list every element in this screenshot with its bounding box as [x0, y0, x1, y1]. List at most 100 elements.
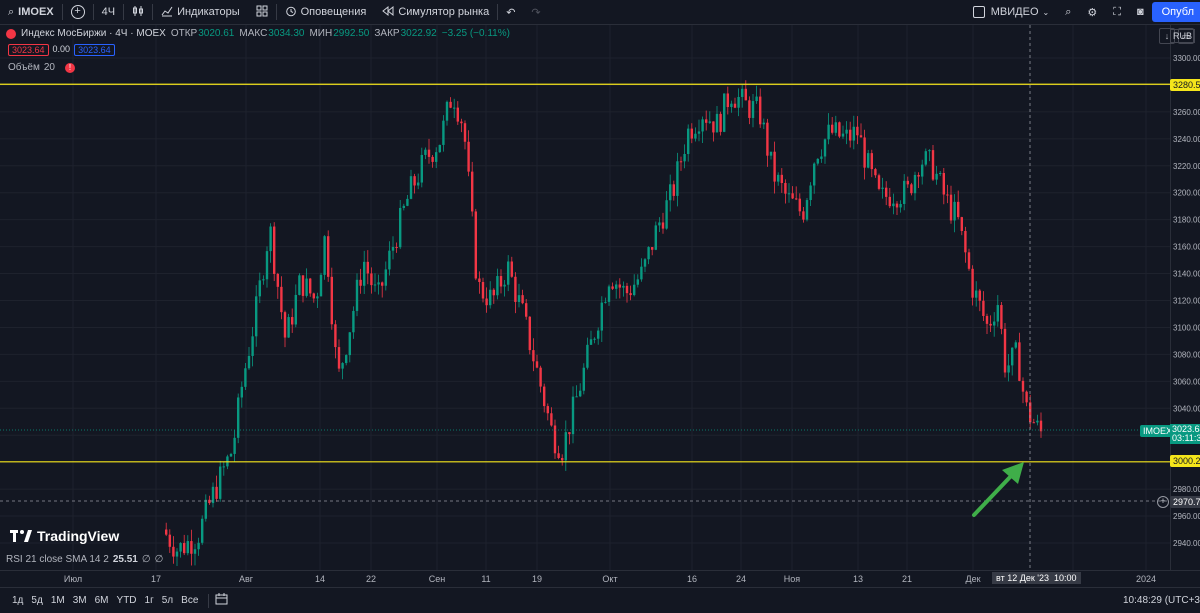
- range-button-8[interactable]: Все: [177, 595, 202, 606]
- replay-button[interactable]: Симулятор рынка: [374, 0, 497, 24]
- time-axis[interactable]: Июл17Авг1422Сен1119Окт1624Ноя1321Дек1920…: [0, 570, 1200, 587]
- layouts-button[interactable]: [248, 0, 276, 24]
- open-label: ОТКР: [170, 28, 198, 39]
- alarm-clock-icon: [285, 5, 297, 20]
- candle-up: [582, 363, 585, 395]
- bid-button[interactable]: 3023.64: [8, 44, 49, 56]
- alerts-button[interactable]: Оповещения: [277, 0, 375, 24]
- candle-down: [1000, 301, 1003, 335]
- volume-label[interactable]: Объём: [8, 62, 40, 73]
- calendar-range-icon[interactable]: [215, 593, 228, 608]
- candle-down: [798, 193, 801, 216]
- close-label: ЗАКР: [374, 28, 400, 39]
- undo-button[interactable]: ↶: [498, 0, 523, 24]
- range-button-2[interactable]: 1М: [47, 595, 69, 606]
- indicators-icon: [161, 5, 173, 20]
- quick-search-button[interactable]: ⌕: [1057, 0, 1079, 24]
- candle-down: [474, 208, 477, 281]
- candle-up: [377, 274, 380, 295]
- candle-down: [733, 97, 737, 109]
- candle-down: [1021, 377, 1025, 404]
- range-button-6[interactable]: 1г: [141, 595, 158, 606]
- candle-down: [273, 222, 276, 282]
- publish-button[interactable]: Опубл: [1151, 2, 1200, 22]
- candle-up: [348, 331, 351, 363]
- candle-up: [640, 258, 643, 282]
- candle-down: [550, 407, 553, 427]
- range-button-0[interactable]: 1д: [8, 595, 27, 606]
- tradingview-logo[interactable]: TradingView: [10, 528, 119, 544]
- legend-title[interactable]: Индекс МосБиржи · 4Ч · MOEX: [21, 28, 166, 39]
- low-label: МИН: [309, 28, 333, 39]
- redo-button[interactable]: ↷: [523, 0, 548, 24]
- price-tick-label: 3180.00: [1173, 216, 1200, 225]
- candle-up: [805, 198, 809, 222]
- candle-down: [330, 267, 333, 330]
- price-tick-label: 3080.00: [1173, 350, 1200, 359]
- chart-type-button[interactable]: [124, 0, 152, 24]
- camera-icon: ◙: [1136, 6, 1144, 18]
- low-value: 2992.50: [333, 28, 370, 39]
- snapshot-button[interactable]: ◙: [1129, 0, 1152, 24]
- range-button-5[interactable]: YTD: [113, 595, 141, 606]
- clock-timezone[interactable]: 10:48:29 (UTC+3: [1123, 595, 1200, 606]
- candle-up: [1011, 347, 1014, 376]
- candle-up: [643, 257, 647, 273]
- price-chart[interactable]: [0, 25, 1170, 570]
- close-value: 3022.92: [400, 28, 437, 39]
- candle-up: [1007, 353, 1010, 382]
- settings-button[interactable]: ⚙: [1079, 0, 1105, 24]
- candle-up: [211, 482, 215, 508]
- interval-button[interactable]: 4Ч: [94, 0, 123, 24]
- range-button-7[interactable]: 5л: [158, 595, 177, 606]
- candle-down: [456, 101, 459, 125]
- tradingview-logo-icon: [10, 530, 32, 542]
- rsi-label[interactable]: RSI 21 close SMA 14 2: [6, 554, 109, 565]
- volume-legend: Объём 20 !: [8, 62, 75, 73]
- price-tick-label: 3160.00: [1173, 243, 1200, 252]
- indicators-label: Индикаторы: [177, 6, 240, 18]
- indicators-button[interactable]: Индикаторы: [153, 0, 248, 24]
- date-range-buttons: 1д 5д 1М 3М 6М YTD 1г 5л Все: [8, 595, 202, 606]
- symbol-search-button[interactable]: ⌕ IMOEX: [0, 0, 62, 24]
- currency-label[interactable]: RUB: [1170, 29, 1196, 43]
- fullscreen-button[interactable]: ⛶: [1105, 0, 1129, 24]
- candle-up: [820, 149, 823, 163]
- candle-down: [413, 173, 416, 194]
- candle-up: [571, 386, 575, 444]
- candle-down: [1032, 418, 1035, 424]
- candle-down: [877, 173, 881, 191]
- ask-button[interactable]: 3023.64: [74, 44, 115, 56]
- candle-up: [935, 166, 938, 185]
- candle-up: [993, 312, 996, 337]
- warning-icon[interactable]: !: [65, 62, 75, 73]
- range-button-3[interactable]: 3М: [69, 595, 91, 606]
- candle-down: [381, 281, 384, 298]
- candle-down: [618, 278, 621, 299]
- candle-up: [615, 280, 618, 299]
- layout-selector[interactable]: МВИДЕО ⌄: [965, 0, 1057, 24]
- price-scale[interactable]: 2940.002960.002980.003000.003020.003040.…: [1170, 25, 1200, 570]
- candle-down: [190, 529, 193, 566]
- candle-down: [982, 291, 985, 322]
- candle-up: [489, 281, 492, 309]
- candle-up: [363, 250, 366, 294]
- candle-down: [773, 141, 776, 194]
- candle-up: [319, 272, 323, 297]
- range-button-4[interactable]: 6М: [91, 595, 113, 606]
- candle-up: [600, 296, 603, 343]
- crosshair-time-label: вт 12 Дек '23 10:00: [992, 572, 1081, 584]
- candle-down: [1018, 332, 1021, 382]
- candle-up: [867, 149, 870, 169]
- candle-down: [679, 156, 683, 171]
- candle-up: [564, 420, 567, 471]
- crosshair-add-button[interactable]: +: [1157, 496, 1169, 508]
- candle-down: [510, 256, 513, 278]
- time-tick-label: Июл: [64, 574, 82, 584]
- add-symbol-button[interactable]: +: [63, 0, 93, 24]
- candle-up: [697, 119, 701, 142]
- range-button-1[interactable]: 5д: [27, 595, 46, 606]
- candle-up: [715, 105, 719, 133]
- candle-down: [337, 339, 341, 372]
- candle-up: [175, 548, 179, 567]
